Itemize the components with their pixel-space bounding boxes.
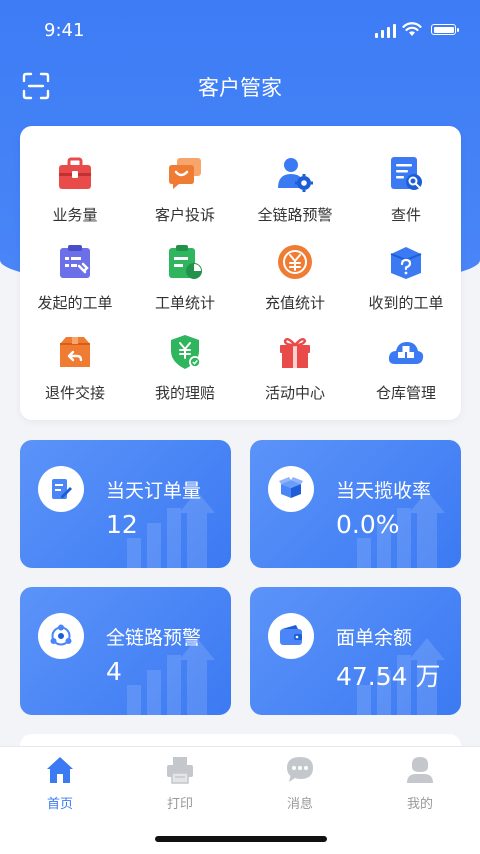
menu-item-received-tickets[interactable]: 收到的工单 <box>351 244 461 313</box>
stat-name: 当天揽收率 <box>336 480 432 502</box>
stat-name: 全链路预警 <box>106 627 202 649</box>
battery-icon <box>431 24 459 35</box>
network-icon <box>50 624 72 646</box>
menu-item-business-volume[interactable]: 业务量 <box>20 156 130 225</box>
gift-icon <box>280 338 310 368</box>
menu-item-full-link-warning[interactable]: 全链路预警 <box>240 156 350 225</box>
stat-card-full-link-warning[interactable]: 全链路预警 4 <box>20 587 231 715</box>
menu-item-label: 收到的工单 <box>368 294 444 312</box>
stat-value: 0.0% <box>336 510 400 539</box>
tab-label: 首页 <box>46 797 73 812</box>
menu-item-complaint[interactable]: 客户投诉 <box>130 156 240 225</box>
signal-icon <box>375 24 396 38</box>
menu-item-label: 发起的工单 <box>37 294 113 312</box>
menu-item-label: 仓库管理 <box>375 384 436 402</box>
menu-item-ticket-stats[interactable]: 工单统计 <box>130 244 240 313</box>
stat-value: 4 <box>106 657 122 686</box>
stat-name: 当天订单量 <box>106 480 202 502</box>
menu-item-warehouse-management[interactable]: 仓库管理 <box>351 334 461 403</box>
navigation-bar: 客户管家 <box>0 62 480 110</box>
box-question-icon <box>390 247 422 279</box>
document-search-icon <box>391 157 422 190</box>
briefcase-icon <box>59 157 91 189</box>
order-edit-icon <box>52 479 72 499</box>
user-gear-icon <box>278 158 313 192</box>
tab-label: 我的 <box>406 797 433 812</box>
stat-card-pickup-rate[interactable]: 当天揽收率 0.0% <box>250 440 461 568</box>
menu-item-initiated-tickets[interactable]: 发起的工单 <box>20 244 130 313</box>
home-icon <box>47 757 73 783</box>
menu-item-label: 客户投诉 <box>154 206 215 224</box>
menu-item-label: 活动中心 <box>264 384 325 402</box>
tab-print[interactable]: 打印 <box>140 755 220 812</box>
box-return-icon <box>60 337 90 367</box>
menu-item-label: 充值统计 <box>264 294 325 312</box>
stat-value: 12 <box>106 510 138 539</box>
stat-icon-circle <box>268 466 314 512</box>
profile-icon <box>407 757 433 783</box>
printer-icon <box>167 757 193 784</box>
message-icon <box>287 757 313 782</box>
menu-item-my-claims[interactable]: 我的理赔 <box>130 334 240 403</box>
warehouse-cloud-icon <box>388 342 424 364</box>
menu-item-label: 全链路预警 <box>257 206 333 224</box>
stat-icon-circle <box>38 613 84 659</box>
menu-item-label: 业务量 <box>52 206 98 224</box>
home-indicator[interactable] <box>155 836 327 842</box>
menu-item-return-handover[interactable]: 退件交接 <box>20 334 130 403</box>
stat-card-daily-orders[interactable]: 当天订单量 12 <box>20 440 231 568</box>
tab-profile[interactable]: 我的 <box>380 755 460 812</box>
menu-item-label: 工单统计 <box>154 294 215 312</box>
function-menu-card: 业务量 客户投诉 全链路预警 查件 发起的工单 工单统计 充值统计 收到的工单 … <box>20 126 461 420</box>
complaint-chat-icon <box>169 158 201 189</box>
shield-yuan-icon <box>171 335 201 369</box>
tab-home[interactable]: 首页 <box>20 755 100 812</box>
menu-item-track-parcel[interactable]: 查件 <box>351 156 461 225</box>
tab-messages[interactable]: 消息 <box>260 755 340 812</box>
menu-item-recharge-stats[interactable]: 充值统计 <box>240 244 350 313</box>
wallet-icon <box>280 625 302 645</box>
stat-name: 面单余额 <box>336 627 413 649</box>
menu-item-label: 我的理赔 <box>154 384 215 402</box>
wifi-icon <box>402 22 422 36</box>
clipboard-tool-icon <box>60 245 90 278</box>
menu-item-activity-center[interactable]: 活动中心 <box>240 334 350 403</box>
stat-card-waybill-balance[interactable]: 面单余额 47.54 万 <box>250 587 461 715</box>
clipboard-chart-icon <box>169 245 202 279</box>
page-title: 客户管家 <box>198 76 282 100</box>
menu-item-label: 退件交接 <box>44 384 105 402</box>
tab-label: 打印 <box>166 797 193 812</box>
status-time: 9:41 <box>44 20 85 41</box>
yuan-coin-icon <box>278 245 312 279</box>
stat-icon-circle <box>38 466 84 512</box>
menu-item-label: 查件 <box>390 206 421 224</box>
status-bar: 9:41 <box>0 0 480 60</box>
package-open-icon <box>279 477 303 498</box>
tab-label: 消息 <box>286 797 313 812</box>
stat-value: 47.54 万 <box>336 662 441 691</box>
stat-icon-circle <box>268 613 314 659</box>
